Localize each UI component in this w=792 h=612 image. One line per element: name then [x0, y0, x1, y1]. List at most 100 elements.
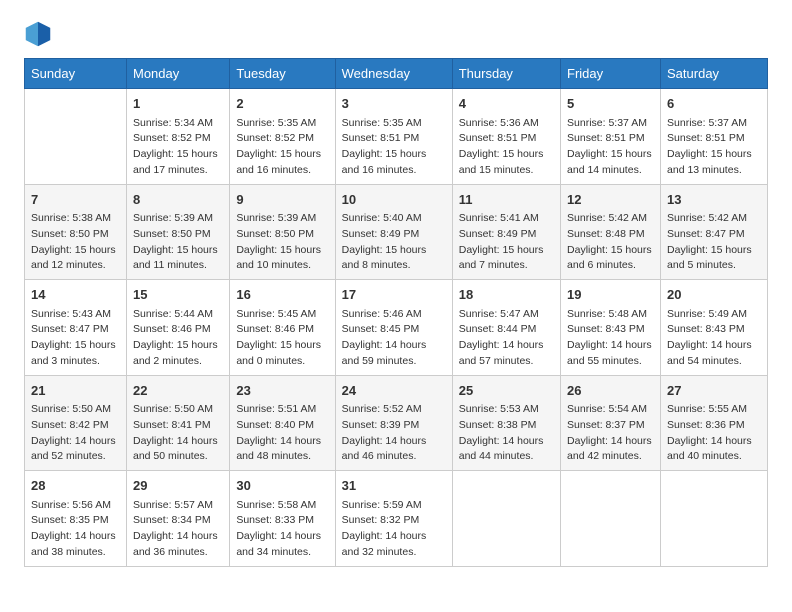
cell-details: Sunrise: 5:53 AMSunset: 8:38 PMDaylight:… — [459, 402, 554, 465]
daylight-text: Daylight: 14 hours and 48 minutes. — [236, 435, 321, 463]
daylight-text: Daylight: 15 hours and 2 minutes. — [133, 339, 218, 367]
sunrise-text: Sunrise: 5:34 AM — [133, 117, 213, 129]
calendar-cell: 21Sunrise: 5:50 AMSunset: 8:42 PMDayligh… — [25, 375, 127, 471]
calendar-cell: 18Sunrise: 5:47 AMSunset: 8:44 PMDayligh… — [452, 280, 560, 376]
day-header-sunday: Sunday — [25, 59, 127, 89]
sunset-text: Sunset: 8:50 PM — [133, 228, 211, 240]
cell-details: Sunrise: 5:42 AM Sunset: 8:48 PM Daylight:… — [567, 211, 654, 274]
sunset-text: Sunset: 8:40 PM — [236, 419, 314, 431]
date-number: 7 — [31, 190, 120, 210]
daylight-text: Daylight: 15 hours and 11 minutes. — [133, 244, 218, 272]
sunset-text: Sunset: 8:39 PM — [342, 419, 420, 431]
sunset-text: Sunset: 8:52 PM — [236, 132, 314, 144]
day-header-monday: Monday — [127, 59, 230, 89]
cell-details: Sunrise: 5:50 AMSunset: 8:41 PMDaylight:… — [133, 402, 223, 465]
daylight-text: Daylight: 15 hours and 10 minutes. — [236, 244, 321, 272]
sunrise-text: Sunrise: 5:39 AM — [133, 212, 213, 224]
cell-details: Sunrise: 5:48 AMSunset: 8:43 PMDaylight:… — [567, 307, 654, 370]
sunset-text: Sunset: 8:49 PM — [342, 228, 420, 240]
sunset-text: Sunset: 8:47 PM — [31, 323, 109, 335]
day-header-tuesday: Tuesday — [230, 59, 335, 89]
daylight-text: Daylight: 15 hours and 5 minutes. — [667, 244, 752, 272]
sunrise-text: Sunrise: 5:50 AM — [133, 403, 213, 415]
date-number: 11 — [459, 190, 554, 210]
date-number: 19 — [567, 285, 654, 305]
sunrise-text: Sunrise: 5:38 AM — [31, 212, 111, 224]
sunset-text: Sunset: 8:36 PM — [667, 419, 745, 431]
cell-details: Sunrise: 5:58 AMSunset: 8:33 PMDaylight:… — [236, 498, 328, 561]
calendar-cell: 12 Sunrise: 5:42 AM Sunset: 8:48 PM Dayligh… — [561, 184, 661, 280]
week-row-1: 1 Sunrise: 5:34 AM Sunset: 8:52 PM Daylight… — [25, 89, 768, 185]
date-number: 21 — [31, 381, 120, 401]
sunset-text: Sunset: 8:48 PM — [567, 228, 645, 240]
daylight-text: Daylight: 15 hours and 12 minutes. — [31, 244, 116, 272]
sunrise-text: Sunrise: 5:36 AM — [459, 117, 539, 129]
date-number: 27 — [667, 381, 761, 401]
sunrise-text: Sunrise: 5:42 AM — [567, 212, 647, 224]
date-number: 6 — [667, 94, 761, 114]
daylight-text: Daylight: 15 hours and 6 minutes. — [567, 244, 652, 272]
date-number: 22 — [133, 381, 223, 401]
sunrise-text: Sunrise: 5:51 AM — [236, 403, 316, 415]
cell-details: Sunrise: 5:59 AMSunset: 8:32 PMDaylight:… — [342, 498, 446, 561]
date-number: 29 — [133, 476, 223, 496]
calendar-cell: 5Sunrise: 5:37 AMSunset: 8:51 PMDaylight… — [561, 89, 661, 185]
calendar-cell — [25, 89, 127, 185]
sunset-text: Sunset: 8:51 PM — [459, 132, 537, 144]
daylight-text: Daylight: 15 hours and 16 minutes. — [342, 148, 427, 176]
calendar-cell: 3 Sunrise: 5:35 AM Sunset: 8:51 PM Daylight… — [335, 89, 452, 185]
cell-details: Sunrise: 5:57 AMSunset: 8:34 PMDaylight:… — [133, 498, 223, 561]
daylight-text: Daylight: 15 hours and 16 minutes. — [236, 148, 321, 176]
cell-details: Sunrise: 5:47 AMSunset: 8:44 PMDaylight:… — [459, 307, 554, 370]
calendar-cell: 31Sunrise: 5:59 AMSunset: 8:32 PMDayligh… — [335, 471, 452, 567]
calendar-cell: 9Sunrise: 5:39 AMSunset: 8:50 PMDaylight… — [230, 184, 335, 280]
cell-details: Sunrise: 5:49 AM Sunset: 8:43 PM Daylight:… — [667, 307, 761, 370]
sunrise-text: Sunrise: 5:56 AM — [31, 499, 111, 511]
cell-details: Sunrise: 5:37 AMSunset: 8:51 PMDaylight:… — [567, 116, 654, 179]
sunrise-text: Sunrise: 5:49 AM — [667, 308, 747, 320]
daylight-text: Daylight: 14 hours and 38 minutes. — [31, 530, 116, 558]
sunrise-text: Sunrise: 5:45 AM — [236, 308, 316, 320]
day-header-saturday: Saturday — [661, 59, 768, 89]
daylight-text: Daylight: 14 hours and 54 minutes. — [667, 339, 752, 367]
sunrise-text: Sunrise: 5:40 AM — [342, 212, 422, 224]
daylight-text: Daylight: 14 hours and 57 minutes. — [459, 339, 544, 367]
date-number: 28 — [31, 476, 120, 496]
calendar-cell: 15Sunrise: 5:44 AMSunset: 8:46 PMDayligh… — [127, 280, 230, 376]
date-number: 1 — [133, 94, 223, 114]
date-number: 30 — [236, 476, 328, 496]
daylight-text: Daylight: 15 hours and 8 minutes. — [342, 244, 427, 272]
date-number: 13 — [667, 190, 761, 210]
sunrise-text: Sunrise: 5:43 AM — [31, 308, 111, 320]
calendar-table: SundayMondayTuesdayWednesdayThursdayFrid… — [24, 58, 768, 567]
date-number: 23 — [236, 381, 328, 401]
sunset-text: Sunset: 8:49 PM — [459, 228, 537, 240]
date-number: 12 — [567, 190, 654, 210]
sunset-text: Sunset: 8:43 PM — [567, 323, 645, 335]
date-number: 3 — [342, 94, 446, 114]
sunrise-text: Sunrise: 5:47 AM — [459, 308, 539, 320]
calendar-cell: 28Sunrise: 5:56 AMSunset: 8:35 PMDayligh… — [25, 471, 127, 567]
sunset-text: Sunset: 8:51 PM — [342, 132, 420, 144]
daylight-text: Daylight: 15 hours and 15 minutes. — [459, 148, 544, 176]
sunrise-text: Sunrise: 5:35 AM — [236, 117, 316, 129]
cell-details: Sunrise: 5:50 AMSunset: 8:42 PMDaylight:… — [31, 402, 120, 465]
cell-details: Sunrise: 5:55 AM Sunset: 8:36 PM Daylight:… — [667, 402, 761, 465]
daylight-text: Daylight: 15 hours and 3 minutes. — [31, 339, 116, 367]
day-header-wednesday: Wednesday — [335, 59, 452, 89]
daylight-text: Daylight: 14 hours and 52 minutes. — [31, 435, 116, 463]
sunset-text: Sunset: 8:43 PM — [667, 323, 745, 335]
date-number: 8 — [133, 190, 223, 210]
week-row-2: 7 Sunrise: 5:38 AM Sunset: 8:50 PM Daylight… — [25, 184, 768, 280]
sunset-text: Sunset: 8:37 PM — [567, 419, 645, 431]
sunrise-text: Sunrise: 5:42 AM — [667, 212, 747, 224]
sunrise-text: Sunrise: 5:37 AM — [567, 117, 647, 129]
sunrise-text: Sunrise: 5:55 AM — [667, 403, 747, 415]
sunrise-text: Sunrise: 5:35 AM — [342, 117, 422, 129]
date-number: 24 — [342, 381, 446, 401]
calendar-cell: 2Sunrise: 5:35 AMSunset: 8:52 PMDaylight… — [230, 89, 335, 185]
calendar-cell: 4Sunrise: 5:36 AMSunset: 8:51 PMDaylight… — [452, 89, 560, 185]
daylight-text: Daylight: 14 hours and 40 minutes. — [667, 435, 752, 463]
calendar-cell — [661, 471, 768, 567]
calendar-cell: 19Sunrise: 5:48 AMSunset: 8:43 PMDayligh… — [561, 280, 661, 376]
